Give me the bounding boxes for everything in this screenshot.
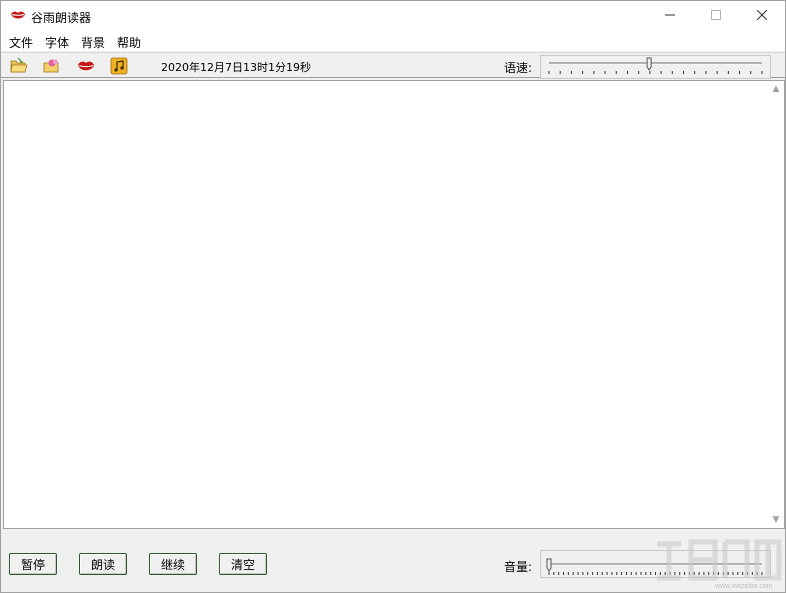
minimize-button[interactable] xyxy=(647,1,693,31)
edit-note-icon[interactable] xyxy=(43,57,61,75)
close-icon xyxy=(756,9,768,23)
toolbar: 2020年12月7日13时1分19秒 语速: xyxy=(1,52,785,79)
music-icon[interactable] xyxy=(110,57,128,75)
lips-app-icon xyxy=(10,10,26,22)
scroll-down-arrow-icon[interactable]: ▼ xyxy=(768,512,784,528)
maximize-icon xyxy=(711,9,721,23)
speed-label: 语速: xyxy=(504,61,533,75)
volume-slider-thumb[interactable] xyxy=(546,558,552,572)
speed-slider-thumb[interactable] xyxy=(646,57,652,71)
open-folder-icon[interactable] xyxy=(10,57,28,75)
read-button[interactable]: 朗读 xyxy=(79,553,127,575)
maximize-button[interactable] xyxy=(693,1,739,31)
close-button[interactable] xyxy=(739,1,785,31)
menu-background[interactable]: 背景 xyxy=(75,31,111,51)
speed-slider[interactable] xyxy=(540,55,771,79)
window-title: 谷雨朗读器 xyxy=(31,11,92,25)
clear-button[interactable]: 清空 xyxy=(219,553,267,575)
svg-text:www.xiazaiba.com: www.xiazaiba.com xyxy=(714,583,773,590)
menu-file[interactable]: 文件 xyxy=(3,31,39,51)
text-editor[interactable]: ▲ ▼ xyxy=(3,80,785,529)
menu-help[interactable]: 帮助 xyxy=(111,31,147,51)
slider-thumb-shape xyxy=(646,57,652,71)
app-window: 谷雨朗读器 文件 字体 背景 帮助 2020年12月7日13时1分19秒 语速:… xyxy=(0,0,786,593)
title-bar[interactable]: 谷雨朗读器 xyxy=(1,1,785,31)
pause-button[interactable]: 暂停 xyxy=(9,553,57,575)
datetime-display: 2020年12月7日13时1分19秒 xyxy=(161,61,311,74)
menu-bar: 文件 字体 背景 帮助 xyxy=(1,31,785,51)
vertical-scrollbar[interactable]: ▲ ▼ xyxy=(768,81,784,528)
slider-thumb-shape xyxy=(546,558,552,572)
lips-read-icon[interactable] xyxy=(77,57,95,75)
volume-label: 音量: xyxy=(504,560,533,574)
menu-font[interactable]: 字体 xyxy=(39,31,75,51)
watermark-logo: www.xiazaiba.com xyxy=(651,532,785,590)
continue-button[interactable]: 继续 xyxy=(149,553,197,575)
minimize-icon xyxy=(665,9,675,23)
scroll-up-arrow-icon[interactable]: ▲ xyxy=(768,81,784,97)
